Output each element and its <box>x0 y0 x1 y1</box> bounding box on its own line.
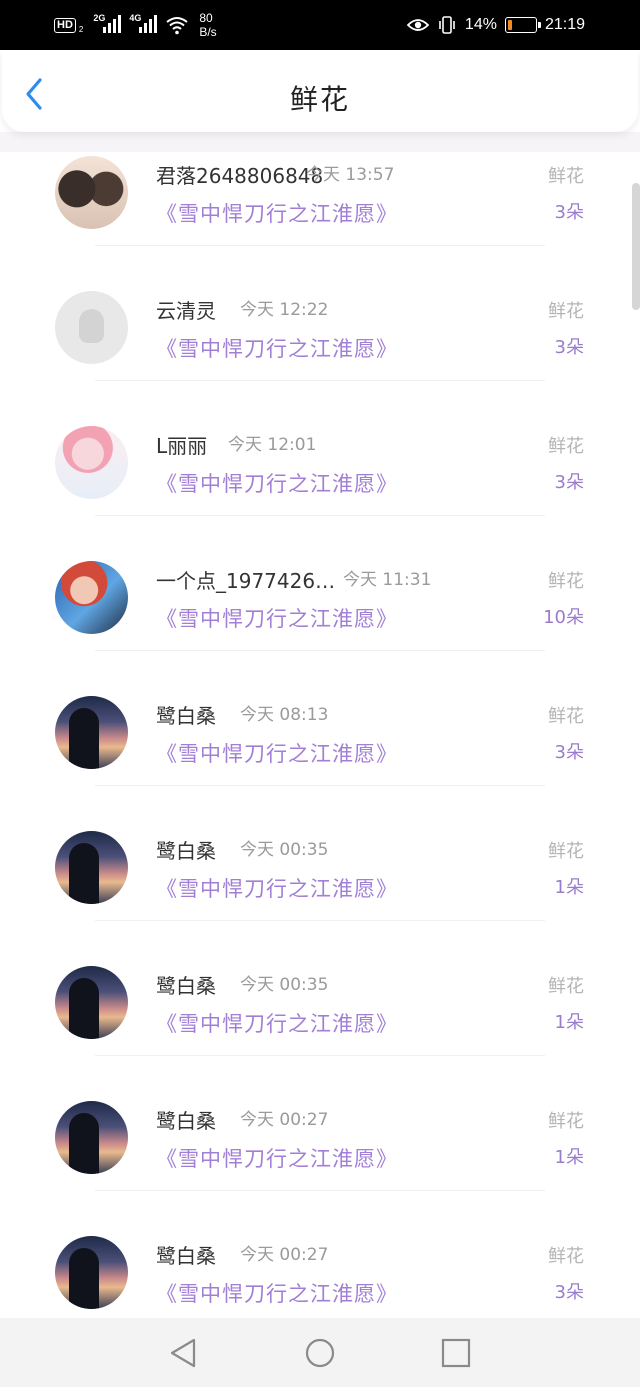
user-name[interactable]: 鹭白桑 <box>156 1240 216 1269</box>
row-divider <box>95 1190 545 1191</box>
gift-count: 1朵 <box>554 1147 584 1168</box>
app-header: 鲜花 <box>2 50 638 132</box>
flowers-page: HD 2 2G 4G 80 B/s 14% 21:19 鲜花 君落2648806… <box>0 0 640 1387</box>
gift-time: 今天 00:27 <box>240 1110 329 1130</box>
gift-time: 今天 00:35 <box>240 975 329 995</box>
gift-type-label: 鲜花 <box>548 1111 584 1132</box>
gift-count: 3朵 <box>554 337 584 358</box>
user-name[interactable]: 鹭白桑 <box>156 970 216 999</box>
nav-back-button[interactable] <box>166 1336 200 1370</box>
system-nav-bar <box>0 1318 640 1387</box>
book-title-link[interactable]: 《雪中悍刀行之江淮愿》 <box>156 873 398 903</box>
user-name[interactable]: 鹭白桑 <box>156 700 216 729</box>
gift-type-label: 鲜花 <box>548 841 584 862</box>
network-speed: 80 B/s <box>199 11 216 39</box>
battery-icon <box>504 17 541 33</box>
square-recents-icon <box>441 1338 471 1368</box>
list-item[interactable]: L丽丽 今天 12:01 《雪中悍刀行之江淮愿》 鲜花 3朵 <box>0 420 640 555</box>
gift-type-label: 鲜花 <box>548 166 584 187</box>
list-item[interactable]: 鹭白桑 今天 00:27 《雪中悍刀行之江淮愿》 鲜花 1朵 <box>0 1095 640 1230</box>
couple-photo-avatar[interactable] <box>55 156 128 229</box>
default-avatar[interactable] <box>55 291 128 364</box>
sunset-silhouette-avatar[interactable] <box>55 1236 128 1309</box>
red-hair-girl-avatar[interactable] <box>55 561 128 634</box>
gift-type-label: 鲜花 <box>548 706 584 727</box>
gift-type-label: 鲜花 <box>548 976 584 997</box>
status-left: HD 2 2G 4G 80 B/s <box>54 0 217 50</box>
signal-4g-icon: 4G <box>129 13 158 35</box>
battery-level-fill <box>507 20 512 30</box>
gift-time: 今天 12:22 <box>240 300 329 320</box>
list-item[interactable]: 君落2648806848 今天 13:57 《雪中悍刀行之江淮愿》 鲜花 3朵 <box>0 150 640 285</box>
nav-recents-button[interactable] <box>439 1336 473 1370</box>
circle-home-icon <box>305 1338 335 1368</box>
user-name[interactable]: 一个点_1977426… <box>156 565 335 594</box>
sunset-silhouette-avatar[interactable] <box>55 696 128 769</box>
speed-unit: B/s <box>199 25 217 39</box>
hd-badge: HD <box>54 17 76 33</box>
row-divider <box>95 785 545 786</box>
gift-count: 3朵 <box>554 472 584 493</box>
status-bar: HD 2 2G 4G 80 B/s 14% 21:19 <box>0 0 640 50</box>
speed-value: 80 <box>199 11 213 25</box>
gift-type-label: 鲜花 <box>548 571 584 592</box>
row-divider <box>95 245 545 246</box>
gift-count: 10朵 <box>543 607 584 628</box>
gift-time: 今天 12:01 <box>228 435 317 455</box>
page-title: 鲜花 <box>289 83 350 116</box>
signal-2g-icon: 2G <box>93 13 122 35</box>
anime-girl-avatar[interactable] <box>55 426 128 499</box>
row-divider <box>95 515 545 516</box>
book-title-link[interactable]: 《雪中悍刀行之江淮愿》 <box>156 468 398 498</box>
gift-count: 1朵 <box>554 1012 584 1033</box>
user-name[interactable]: L丽丽 <box>156 430 207 459</box>
gift-type-label: 鲜花 <box>548 1246 584 1267</box>
book-title-link[interactable]: 《雪中悍刀行之江淮愿》 <box>156 738 398 768</box>
user-name[interactable]: 鹭白桑 <box>156 1105 216 1134</box>
book-title-link[interactable]: 《雪中悍刀行之江淮愿》 <box>156 1143 398 1173</box>
gift-count: 3朵 <box>554 1282 584 1303</box>
header-shadow-strip <box>0 132 640 152</box>
row-divider <box>95 1055 545 1056</box>
gift-count: 3朵 <box>554 202 584 223</box>
row-divider <box>95 650 545 651</box>
vibrate-icon <box>439 16 455 34</box>
user-name[interactable]: 云清灵 <box>156 295 216 324</box>
gift-count: 3朵 <box>554 742 584 763</box>
row-divider <box>95 920 545 921</box>
row-divider <box>95 380 545 381</box>
sunset-silhouette-avatar[interactable] <box>55 1101 128 1174</box>
gift-type-label: 鲜花 <box>548 436 584 457</box>
gift-time: 今天 00:35 <box>240 840 329 860</box>
status-right: 14% 21:19 <box>406 0 585 50</box>
battery-percent: 14% <box>464 16 497 33</box>
triangle-back-icon <box>170 1338 196 1368</box>
gift-type-label: 鲜花 <box>548 301 584 322</box>
scrollbar[interactable] <box>632 183 640 310</box>
user-name[interactable]: 鹭白桑 <box>156 835 216 864</box>
gift-time: 今天 11:31 <box>343 570 432 590</box>
book-title-link[interactable]: 《雪中悍刀行之江淮愿》 <box>156 333 398 363</box>
book-title-link[interactable]: 《雪中悍刀行之江淮愿》 <box>156 1008 398 1038</box>
gift-count: 1朵 <box>554 877 584 898</box>
nav-home-button[interactable] <box>303 1336 337 1370</box>
list-item[interactable]: 云清灵 今天 12:22 《雪中悍刀行之江淮愿》 鲜花 3朵 <box>0 285 640 420</box>
clock: 21:19 <box>544 16 585 33</box>
list-item[interactable]: 鹭白桑 今天 08:13 《雪中悍刀行之江淮愿》 鲜花 3朵 <box>0 690 640 825</box>
hd-badge-sub: 2 <box>78 24 84 34</box>
gift-time: 今天 00:27 <box>240 1245 329 1265</box>
sunset-silhouette-avatar[interactable] <box>55 966 128 1039</box>
book-title-link[interactable]: 《雪中悍刀行之江淮愿》 <box>156 198 398 228</box>
gift-time: 今天 13:57 <box>306 165 395 185</box>
wifi-icon <box>166 17 188 35</box>
list-item[interactable]: 鹭白桑 今天 00:35 《雪中悍刀行之江淮愿》 鲜花 1朵 <box>0 825 640 960</box>
gift-time: 今天 08:13 <box>240 705 329 725</box>
book-title-link[interactable]: 《雪中悍刀行之江淮愿》 <box>156 1278 398 1308</box>
eye-comfort-icon <box>406 19 429 31</box>
list-item[interactable]: 鹭白桑 今天 00:35 《雪中悍刀行之江淮愿》 鲜花 1朵 <box>0 960 640 1095</box>
user-name[interactable]: 君落2648806848 <box>156 160 323 189</box>
list-item[interactable]: 一个点_1977426… 今天 11:31 《雪中悍刀行之江淮愿》 鲜花 10朵 <box>0 555 640 690</box>
sunset-silhouette-avatar[interactable] <box>55 831 128 904</box>
book-title-link[interactable]: 《雪中悍刀行之江淮愿》 <box>156 603 398 633</box>
